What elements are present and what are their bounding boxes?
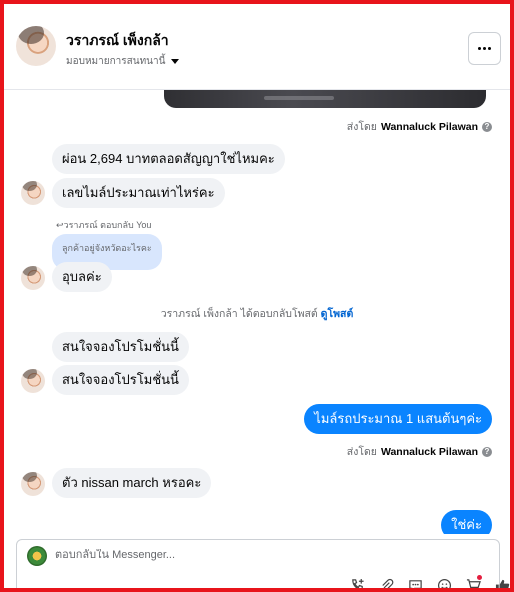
composer-toolbar bbox=[347, 575, 510, 588]
view-post-link[interactable]: ดูโพสต์ bbox=[321, 308, 354, 320]
reply-input[interactable] bbox=[55, 549, 355, 561]
sent-by-label: ส่งโดย Wannaluck Pilawan ? bbox=[347, 443, 492, 460]
assign-conversation-dropdown[interactable]: มอบหมายการสนทนานี้ bbox=[66, 54, 180, 69]
sender-name[interactable]: Wannaluck Pilawan bbox=[381, 121, 478, 133]
incoming-message[interactable]: สนใจจองโปรโมชั่นนี้ bbox=[52, 365, 189, 395]
reply-composer bbox=[16, 539, 509, 588]
saved-reply-icon[interactable] bbox=[405, 577, 425, 588]
cart-icon[interactable] bbox=[463, 575, 483, 588]
attachment-icon[interactable] bbox=[376, 577, 396, 588]
reply-indicator: ↩วราภรณ์ ตอบกลับ You bbox=[56, 220, 152, 230]
incoming-message[interactable]: ผ่อน 2,694 บาทตลอดสัญญาใช่ไหมคะ bbox=[52, 144, 285, 174]
info-icon[interactable]: ? bbox=[482, 446, 492, 457]
notification-dot bbox=[477, 575, 482, 580]
outgoing-message[interactable]: ไมล์รถประมาณ 1 แสนต้นๆค่ะ bbox=[304, 404, 492, 434]
incoming-message[interactable]: เลขไมล์ประมาณเท่าไหร่คะ bbox=[52, 178, 225, 208]
info-icon[interactable]: ? bbox=[482, 121, 492, 132]
incoming-message[interactable]: สนใจจองโปรโมชั่นนี้ bbox=[52, 332, 189, 362]
page-logo-icon bbox=[27, 546, 47, 566]
contact-avatar-small bbox=[21, 266, 45, 290]
contact-avatar-small bbox=[21, 369, 45, 393]
dot-icon bbox=[483, 47, 486, 50]
incoming-message[interactable]: อุบลค่ะ bbox=[52, 262, 112, 292]
emoji-icon[interactable] bbox=[434, 577, 454, 588]
contact-name[interactable]: วราภรณ์ เพ็งกล้า bbox=[66, 30, 169, 52]
message-thread[interactable]: ส่งโดย Wannaluck Pilawan ? ผ่อน 2,694 บา… bbox=[4, 90, 510, 534]
image-attachment[interactable] bbox=[164, 90, 486, 108]
call-add-icon[interactable] bbox=[347, 577, 367, 588]
dot-icon bbox=[488, 47, 491, 50]
thumbs-up-icon[interactable] bbox=[492, 577, 510, 588]
assign-label: มอบหมายการสนทนานี้ bbox=[66, 56, 166, 67]
outgoing-message[interactable]: ใช่ค่ะ bbox=[441, 510, 492, 534]
dot-icon bbox=[478, 47, 481, 50]
conversation-header: วราภรณ์ เพ็งกล้า มอบหมายการสนทนานี้ bbox=[4, 4, 510, 90]
sent-by-prefix: ส่งโดย bbox=[346, 121, 377, 133]
caret-down-icon bbox=[171, 59, 180, 64]
messenger-window: วราภรณ์ เพ็งกล้า มอบหมายการสนทนานี้ ส่งโ… bbox=[0, 0, 514, 592]
contact-avatar-small bbox=[21, 472, 45, 496]
more-options-button[interactable] bbox=[468, 32, 501, 65]
system-message: วราภรณ์ เพ็งกล้า ได้ตอบกลับโพสต์ ดูโพสต์ bbox=[4, 305, 510, 322]
sent-by-label: ส่งโดย Wannaluck Pilawan ? bbox=[347, 118, 492, 135]
incoming-message[interactable]: ตัว nissan march หรอคะ bbox=[52, 468, 212, 498]
system-message-text: วราภรณ์ เพ็งกล้า ได้ตอบกลับโพสต์ bbox=[160, 308, 318, 320]
contact-avatar-small bbox=[21, 181, 45, 205]
contact-avatar[interactable] bbox=[16, 26, 56, 66]
sent-by-prefix: ส่งโดย bbox=[346, 446, 377, 458]
sender-name[interactable]: Wannaluck Pilawan bbox=[381, 446, 478, 458]
